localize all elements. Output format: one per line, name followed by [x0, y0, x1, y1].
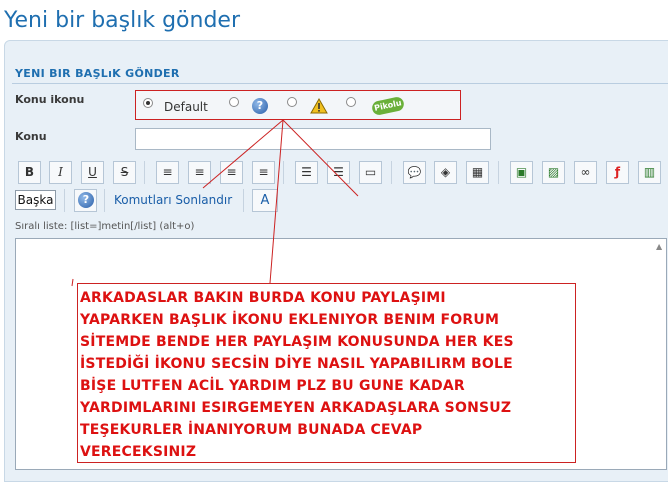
annotation-arrows — [71, 119, 359, 287]
